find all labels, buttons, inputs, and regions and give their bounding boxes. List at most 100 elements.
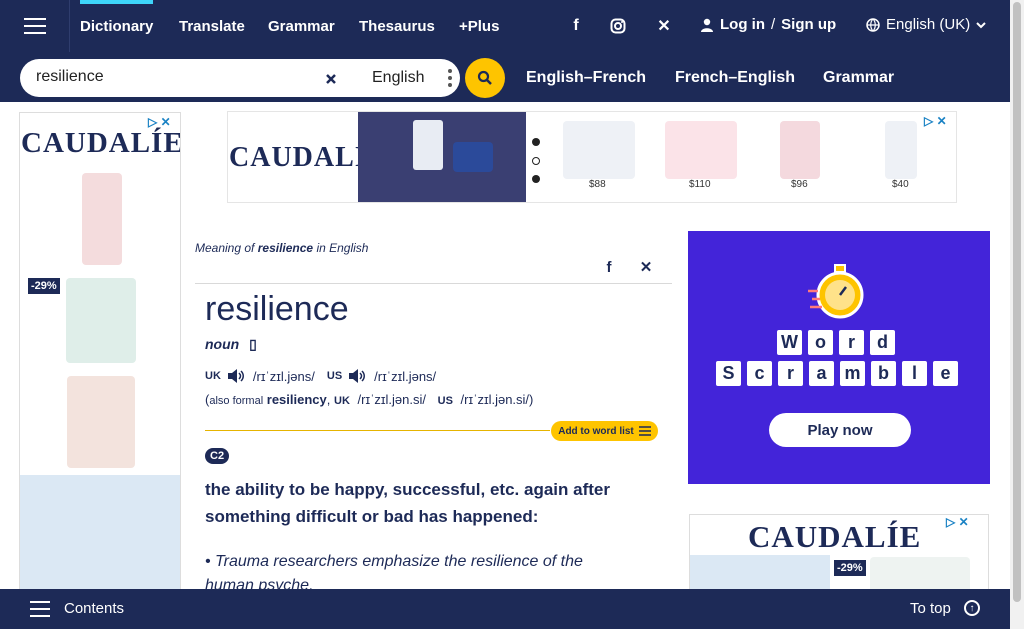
ad-product-image <box>67 376 135 468</box>
carousel-dots[interactable] <box>531 138 541 183</box>
facebook-icon: f <box>606 258 612 276</box>
ad-product-image <box>563 121 635 179</box>
alternative-form: (also formal resiliency, UK /rɪˈzɪl.jən.… <box>205 392 534 407</box>
letter-tile: m <box>840 361 865 386</box>
link-english-french[interactable]: English–French <box>526 59 646 97</box>
letter-tile: o <box>808 330 833 355</box>
us-ipa: /rɪˈzɪl.jəns/ <box>374 368 437 384</box>
game-title-scramble: Scramble <box>716 361 958 386</box>
chevron-down-icon <box>976 21 986 28</box>
ad-brand-logo: CAUDALÍE <box>748 519 922 554</box>
link-grammar[interactable]: Grammar <box>823 59 894 97</box>
us-audio-button[interactable] <box>346 365 368 387</box>
ad-choices-icon[interactable]: ▷ ✕ <box>946 515 969 529</box>
ad-product-image <box>82 173 122 265</box>
divider <box>205 430 550 431</box>
pronunciation-row: UK /rɪˈzɪl.jəns/ US /rɪˈzɪl.jəns/ <box>205 366 448 386</box>
ad-product-image <box>665 121 737 179</box>
ad-word-scramble[interactable]: Word Scramble Play now <box>688 231 990 484</box>
share-x-button[interactable]: ✕ <box>633 253 659 281</box>
letter-tile: a <box>809 361 834 386</box>
nav-dictionary[interactable]: Dictionary <box>80 0 154 52</box>
login-separator: / <box>771 16 776 33</box>
x-icon: ✕ <box>639 259 653 276</box>
nav-plus[interactable]: +Plus <box>459 0 499 52</box>
ad-left-skyscraper[interactable]: ▷ ✕ CAUDALÍE -29% <box>19 112 181 629</box>
nav-thesaurus[interactable]: Thesaurus <box>359 0 435 52</box>
uk-ipa: /rɪˈzɪl.jəns/ <box>252 368 315 384</box>
bottom-bar: Contents To top ↑ <box>0 589 1010 629</box>
discount-badge: -29% <box>834 560 866 576</box>
letter-tile: e <box>933 361 958 386</box>
definition: the ability to be happy, successful, etc… <box>205 480 610 526</box>
nav-translate[interactable]: Translate <box>179 0 245 52</box>
menu-icon <box>23 18 46 34</box>
letter-tile: l <box>902 361 927 386</box>
ad-price: $88 <box>589 179 606 190</box>
list-icon <box>638 426 651 436</box>
to-top-button[interactable]: To top <box>910 600 951 617</box>
contents-button[interactable]: Contents <box>64 600 124 617</box>
clear-search-button[interactable] <box>320 68 342 90</box>
instagram-icon[interactable] <box>606 16 630 36</box>
part-of-speech: noun ▯ <box>205 336 257 352</box>
letter-tile: d <box>870 330 895 355</box>
uk-label: UK <box>205 370 221 382</box>
x-icon[interactable]: ✕ <box>652 16 676 36</box>
nav-grammar[interactable]: Grammar <box>268 0 335 52</box>
facebook-icon[interactable]: f <box>564 16 588 36</box>
letter-tile: b <box>871 361 896 386</box>
letter-tile: r <box>778 361 803 386</box>
search-box: English <box>20 59 460 97</box>
more-options-icon <box>448 69 452 87</box>
arrow-up-icon[interactable]: ↑ <box>964 600 980 616</box>
letter-tile: S <box>716 361 741 386</box>
login-link[interactable]: Log in <box>720 16 765 33</box>
meaning-caption: Meaning of resilience in English <box>195 241 369 255</box>
contents-menu-icon[interactable] <box>30 601 50 617</box>
link-french-english[interactable]: French–English <box>675 59 795 97</box>
divider <box>195 283 672 284</box>
top-navigation: Dictionary Translate Grammar Thesaurus +… <box>0 0 1010 52</box>
language-selector[interactable]: English (UK) <box>866 16 986 33</box>
ad-price: $96 <box>791 179 808 190</box>
dictionary-select-label: English <box>372 69 425 86</box>
login-area: Log in / Sign up <box>700 16 836 33</box>
play-now-button[interactable]: Play now <box>769 413 911 447</box>
globe-icon <box>866 17 880 32</box>
share-facebook-button[interactable]: f <box>596 253 622 281</box>
ad-brand-logo: CAUDALÍE <box>21 127 181 159</box>
uk-audio-button[interactable] <box>225 365 247 387</box>
more-info-icon[interactable]: ▯ <box>249 336 257 352</box>
ad-product-image <box>885 121 917 179</box>
discount-badge: -29% <box>28 278 60 294</box>
user-icon <box>701 18 713 32</box>
alt-word: resiliency <box>266 392 327 407</box>
us-label: US <box>326 370 343 382</box>
dictionary-select[interactable]: English <box>354 62 468 94</box>
headword: resilience <box>205 290 349 328</box>
signup-link[interactable]: Sign up <box>781 16 836 33</box>
ad-product-image <box>66 278 136 363</box>
letter-tile: W <box>777 330 802 355</box>
letter-tile: c <box>747 361 772 386</box>
search-input[interactable] <box>36 68 316 86</box>
ad-price: $40 <box>892 179 909 190</box>
scrollbar[interactable] <box>1010 0 1024 629</box>
speaker-icon <box>227 369 244 383</box>
stopwatch-icon <box>808 264 864 319</box>
search-icon <box>477 70 492 85</box>
cefr-level-badge: C2 <box>205 448 230 464</box>
letter-tile: r <box>839 330 864 355</box>
game-title-word: Word <box>777 330 895 355</box>
scrollbar-thumb[interactable] <box>1013 2 1021 602</box>
search-button[interactable] <box>465 58 505 98</box>
menu-button[interactable] <box>0 0 70 52</box>
ad-choices-icon[interactable]: ▷ ✕ <box>924 114 947 128</box>
language-label: English (UK) <box>886 16 971 33</box>
ad-top-banner[interactable]: ▷ ✕ CAUDALÍE $88 $110 $96 $40 <box>227 111 957 203</box>
add-to-word-list-button[interactable]: Add to word list <box>551 421 658 441</box>
close-icon <box>326 74 336 84</box>
ad-hero-image <box>358 112 526 202</box>
search-bar: English English–French French–English Gr… <box>0 52 1010 102</box>
